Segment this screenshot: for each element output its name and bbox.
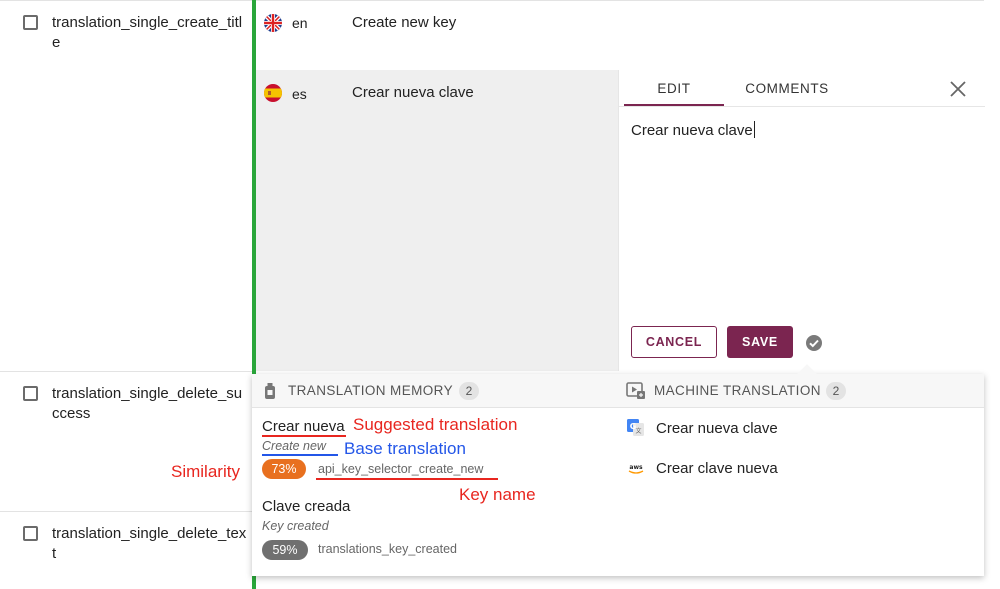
tm-base-translation: Key created [262,519,329,533]
key-name-underline [316,478,498,480]
translation-memory-title: TRANSLATION MEMORY [288,383,453,398]
machine-translation-icon [626,382,646,400]
tm-key-name: translations_key_created [318,542,457,556]
text-caret [753,121,755,138]
svg-text:文: 文 [635,427,641,435]
tm-key-name: api_key_selector_create_new [318,462,484,476]
key-name: translation_single_delete_success [52,385,243,422]
tools-panel-header: TRANSLATION MEMORY 2 MACHINE TRANSLATION… [252,374,984,408]
suggested-underline [262,435,346,437]
similarity-badge: 59% [262,540,308,560]
save-button[interactable]: SAVE [727,326,793,358]
row-divider [0,511,252,512]
translation-cell-editing[interactable] [256,70,618,371]
key-name: translation_single_create_title [52,14,243,51]
machine-translation-count: 2 [826,382,846,400]
aws-icon: aws [627,462,645,474]
mt-suggestion[interactable]: Crear clave nueva [656,460,778,477]
translation-memory-count: 2 [459,382,479,400]
language-code: en [292,15,308,31]
check-circle-icon[interactable] [805,334,823,352]
translation-editor: EDIT COMMENTS Crear nueva clave CANCEL S… [618,70,985,371]
translation-text[interactable]: Crear nueva clave [352,84,474,101]
row-divider [0,371,252,372]
annotation-base: Base translation [344,439,466,458]
google-translate-icon: G 文 [627,419,644,436]
tm-suggestion[interactable]: Clave creada [262,498,350,515]
base-underline [262,454,338,456]
translation-memory-icon [264,383,276,400]
tools-panel: TRANSLATION MEMORY 2 MACHINE TRANSLATION… [252,364,984,576]
similarity-badge: 73% [262,459,306,479]
tm-suggestion[interactable]: Crear nueva [262,418,345,435]
uk-flag-icon [264,14,282,32]
row-checkbox[interactable] [23,386,38,401]
translation-input[interactable]: Crear nueva clave [631,121,755,139]
annotation-similarity: Similarity [171,462,240,481]
tab-edit[interactable]: EDIT [624,70,724,106]
row-checkbox[interactable] [23,15,38,30]
cancel-button[interactable]: CANCEL [631,326,717,358]
language-code: es [292,86,307,102]
svg-text:aws: aws [629,464,643,471]
key-name: translation_single_delete_text [52,525,247,562]
translation-text[interactable]: Create new key [352,14,456,31]
tab-comments[interactable]: COMMENTS [729,70,845,106]
machine-translation-title: MACHINE TRANSLATION [654,383,821,398]
translation-input-value: Crear nueva clave [631,122,753,139]
row-divider [0,0,984,1]
spain-flag-icon [264,84,282,102]
annotation-key-name: Key name [459,485,536,504]
row-checkbox[interactable] [23,526,38,541]
tabs-divider [619,106,985,107]
tm-base-translation: Create new [262,439,326,453]
annotation-suggested: Suggested translation [353,415,518,434]
mt-suggestion[interactable]: Crear nueva clave [656,420,778,437]
close-icon[interactable] [949,80,967,98]
